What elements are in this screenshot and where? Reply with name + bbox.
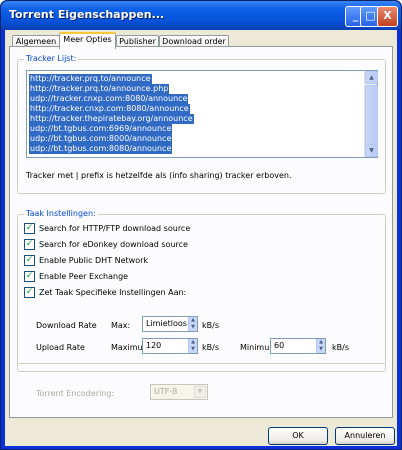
settings-separator (18, 363, 385, 365)
download-max-input[interactable]: Limietloos ▲ ▼ (142, 316, 198, 332)
task-settings-group: Taak Instellingen: ✓ Search for HTTP/FTP… (17, 209, 386, 372)
upload-min-unit: kB/s (332, 343, 349, 352)
upload-max-spinner-icon[interactable]: ▲ ▼ (188, 339, 197, 353)
download-unit: kB/s (202, 321, 219, 330)
tracker-item[interactable]: udp://bt.tgbus.com:8000/announce (29, 134, 173, 144)
tracker-item[interactable]: udp://bt.tgbus.com:8080/announce (29, 144, 173, 154)
encoding-select[interactable]: UTF-8 ▼ (150, 384, 208, 400)
ok-button[interactable]: OK (268, 427, 328, 445)
tracker-note: Tracker met | prefix is hetzelfde als (i… (26, 171, 292, 180)
task-settings-title: Taak Instellingen: (24, 209, 98, 218)
upload-min-value: 60 (274, 341, 285, 350)
scroll-thumb[interactable] (365, 85, 378, 147)
dialog-client-area: Algemeen Meer Opties Publisher Download … (5, 30, 397, 446)
tracker-list[interactable]: http://tracker.prq.to/announce http://tr… (26, 70, 378, 158)
upload-min-input[interactable]: 60 ▲ ▼ (270, 338, 326, 354)
edonkey-checkbox[interactable]: ✓ (24, 239, 35, 250)
task-specific-label: Zet Taak Specifieke Instellingen Aan: (39, 288, 187, 297)
upload-max-label: Maximu (111, 343, 143, 352)
cancel-button[interactable]: Annuleren (335, 427, 395, 445)
peer-exchange-label: Enable Peer Exchange (39, 272, 129, 281)
upload-max-input[interactable]: 120 ▲ ▼ (142, 338, 198, 354)
tracker-item[interactable]: http://tracker.cnxp.com:8080/announce (29, 104, 190, 114)
tracker-item[interactable]: http://tracker.prq.to/announce.php (29, 84, 170, 94)
tracker-item[interactable]: udp://tracker.cnxp.com:8080/announce (29, 94, 189, 104)
download-max-value: Limietloos (146, 319, 187, 328)
upload-rate-label: Upload Rate (36, 343, 85, 352)
download-rate-label: Download Rate (36, 321, 97, 330)
http-ftp-label: Search for HTTP/FTP download source (39, 224, 191, 233)
task-specific-checkbox[interactable]: ✓ (24, 287, 35, 298)
peer-exchange-checkbox[interactable]: ✓ (24, 271, 35, 282)
encoding-label: Torrent Encodering: (36, 389, 115, 398)
tracker-group-title: Tracker Lijst: (24, 54, 79, 63)
edonkey-label: Search for eDonkey download source (39, 240, 188, 249)
download-spinner-icon[interactable]: ▲ ▼ (188, 317, 197, 331)
tracker-item[interactable]: http://tracker.prq.to/announce (29, 74, 152, 84)
tab-panel: Tracker Lijst: http://tracker.prq.to/ann… (9, 46, 393, 418)
tracker-group: Tracker Lijst: http://tracker.prq.to/ann… (17, 54, 386, 194)
tab-meer-opties[interactable]: Meer Opties (59, 32, 116, 49)
title-bar[interactable]: Torrent Eigenschappen... _ □ X (1, 1, 401, 30)
download-max-label: Max: (111, 321, 131, 330)
dht-checkbox[interactable]: ✓ (24, 255, 35, 266)
tracker-list-scrollbar[interactable]: ▲ ▼ (364, 71, 378, 157)
tracker-item[interactable]: udp://bt.tgbus.com:6969/announce (29, 124, 173, 134)
encoding-value: UTF-8 (154, 387, 178, 396)
tracker-item[interactable]: http://tracker.thepiratebay.org/announce (29, 114, 194, 124)
upload-min-spinner-icon[interactable]: ▲ ▼ (316, 339, 325, 353)
properties-window: Torrent Eigenschappen... _ □ X Algemeen … (0, 0, 402, 450)
upload-max-unit: kB/s (202, 343, 219, 352)
dht-label: Enable Public DHT Network (39, 256, 149, 265)
window-title: Torrent Eigenschappen... (9, 8, 165, 21)
http-ftp-checkbox[interactable]: ✓ (24, 223, 35, 234)
upload-max-value: 120 (146, 341, 162, 350)
chevron-down-icon[interactable]: ▼ (194, 386, 206, 398)
scroll-up-icon[interactable]: ▲ (365, 71, 378, 84)
close-button[interactable]: X (377, 6, 398, 27)
scroll-down-icon[interactable]: ▼ (365, 144, 378, 157)
